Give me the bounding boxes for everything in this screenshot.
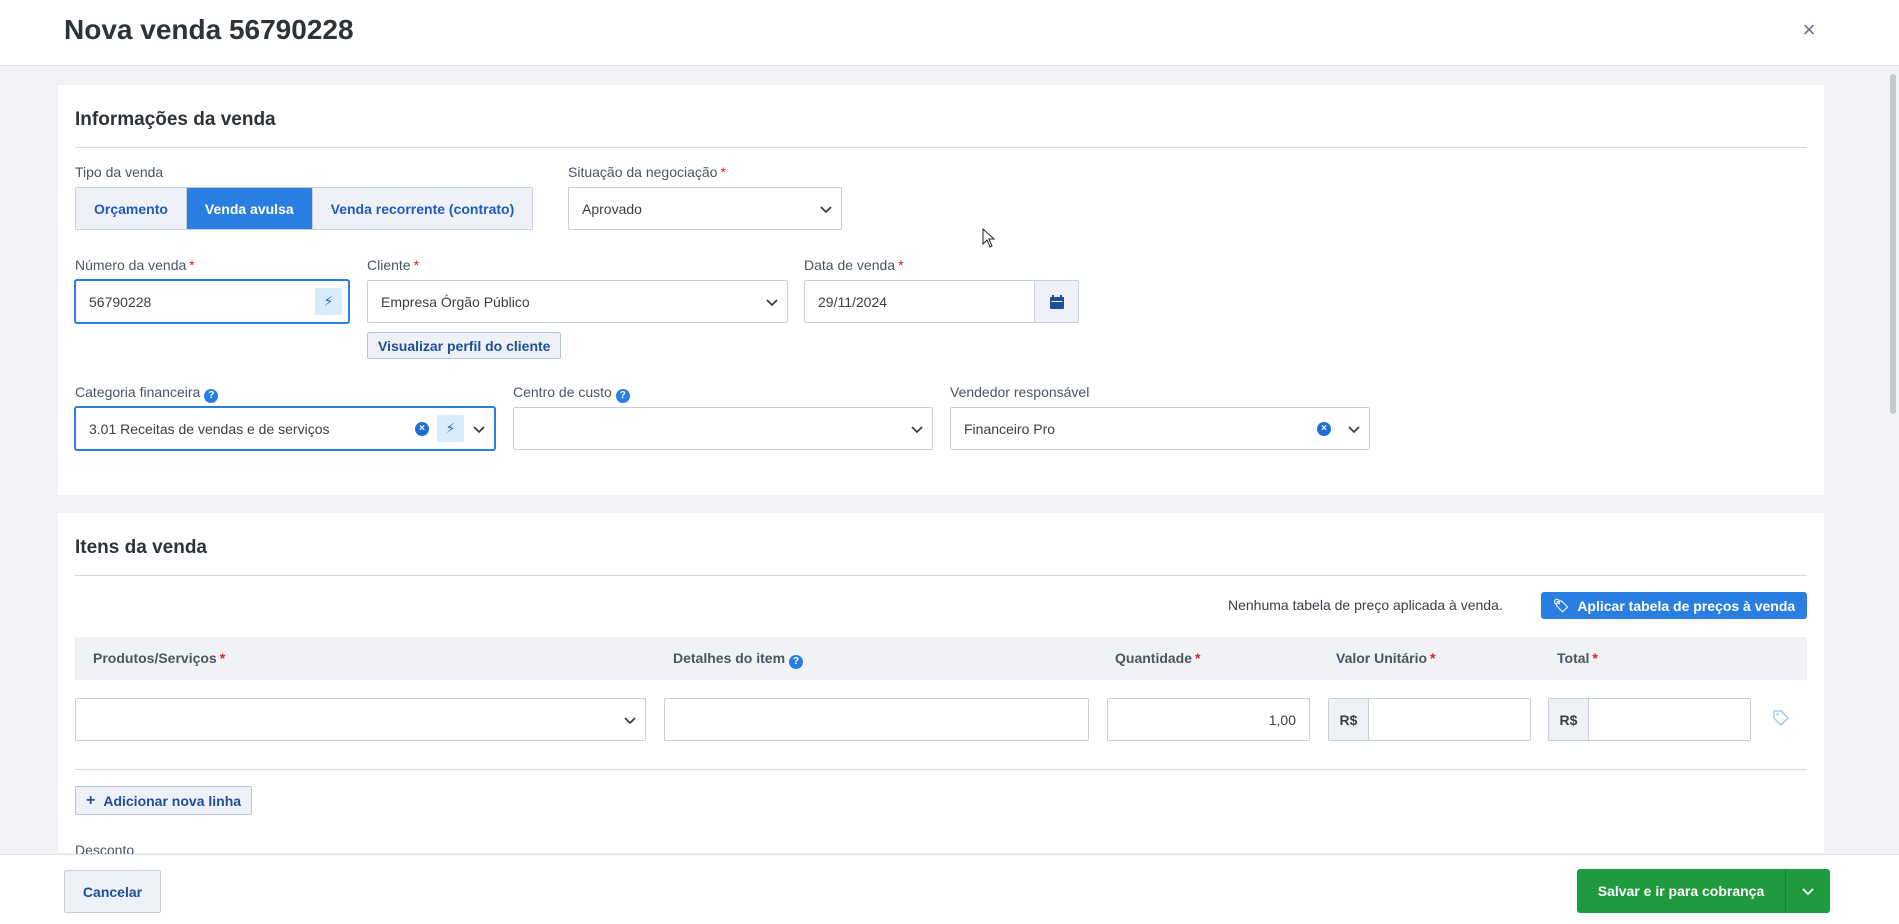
section-title-items: Itens da venda	[75, 537, 207, 558]
quantidade-input[interactable]: 1,00	[1107, 698, 1310, 741]
sale-type-segmented: Orçamento Venda avulsa Venda recorrente …	[75, 187, 534, 230]
chevron-down-icon	[811, 188, 841, 229]
add-line-button[interactable]: + Adicionar nova linha	[75, 786, 253, 815]
chevron-down-icon	[464, 408, 494, 449]
apply-price-table-label: Aplicar tabela de preços à venda	[1577, 597, 1796, 614]
categoria-label: Categoria financeira?	[75, 384, 219, 403]
tipo-venda-recorrente-button[interactable]: Venda recorrente (contrato)	[312, 188, 533, 229]
quantidade-value: 1,00	[1268, 711, 1296, 728]
tipo-venda-avulsa-button[interactable]: Venda avulsa	[186, 188, 313, 229]
centro-label: Centro de custo?	[513, 384, 630, 403]
chevron-down-icon[interactable]	[1786, 869, 1830, 913]
vendedor-value: Financeiro Pro	[964, 420, 1056, 437]
divider	[75, 147, 1807, 148]
vendedor-select[interactable]: Financeiro Pro ×	[950, 407, 1370, 450]
clear-icon[interactable]: ×	[415, 421, 429, 436]
help-icon[interactable]: ?	[204, 389, 219, 403]
section-title-info: Informações da venda	[75, 109, 276, 130]
numero-value: 56790228	[89, 293, 152, 310]
chevron-down-icon	[615, 699, 645, 740]
bolt-icon[interactable]: ⚡	[315, 288, 342, 315]
categoria-select[interactable]: 3.01 Receitas de vendas e de serviços × …	[75, 407, 495, 450]
close-icon[interactable]: ×	[1795, 16, 1823, 44]
col-detalhes: Detalhes do item?	[673, 650, 804, 669]
save-split-button: Salvar e ir para cobrança	[1577, 869, 1830, 913]
mouse-cursor-icon	[982, 227, 996, 253]
detalhes-input[interactable]	[664, 698, 1089, 741]
chevron-down-icon	[902, 408, 932, 449]
tipo-orcamento-button[interactable]: Orçamento	[76, 188, 187, 229]
chevron-down-icon	[1339, 408, 1369, 449]
save-and-charge-button[interactable]: Salvar e ir para cobrança	[1577, 869, 1786, 913]
scrollbar[interactable]	[1890, 74, 1896, 414]
data-label: Data de venda *	[804, 257, 904, 273]
help-icon[interactable]: ?	[789, 655, 804, 669]
col-quantidade: Quantidade *	[1115, 650, 1201, 666]
chevron-down-icon	[757, 281, 787, 322]
cancel-button[interactable]: Cancelar	[64, 870, 161, 913]
page-title: Nova venda 56790228	[64, 14, 354, 45]
calendar-icon[interactable]	[1034, 281, 1078, 322]
plus-icon: +	[86, 791, 96, 809]
situacao-select[interactable]: Aprovado	[568, 187, 842, 230]
situacao-label: Situação da negociação *	[568, 164, 726, 180]
sale-info-card: Informações da venda Tipo da venda Orçam…	[58, 85, 1824, 495]
col-valor-unitario: Valor Unitário *	[1336, 650, 1436, 666]
centro-custo-select[interactable]	[513, 407, 933, 450]
cliente-label: Cliente *	[367, 257, 420, 273]
col-produtos: Produtos/Serviços *	[93, 650, 226, 666]
clear-icon[interactable]: ×	[1317, 421, 1331, 436]
add-line-label: Adicionar nova linha	[103, 792, 242, 809]
data-venda-input[interactable]: 29/11/2024	[804, 280, 1079, 323]
view-client-profile-button[interactable]: Visualizar perfil do cliente	[367, 332, 562, 359]
data-value: 29/11/2024	[818, 293, 888, 310]
divider	[75, 575, 1807, 576]
total-input[interactable]: R$	[1548, 698, 1751, 741]
bolt-icon[interactable]: ⚡	[437, 415, 464, 442]
cliente-value: Empresa Órgão Público	[381, 293, 530, 310]
currency-prefix: R$	[1549, 699, 1589, 740]
col-total: Total *	[1557, 650, 1598, 666]
numero-venda-input[interactable]: 56790228 ⚡	[75, 280, 349, 323]
vendedor-label: Vendedor responsável	[950, 384, 1090, 400]
divider	[75, 769, 1807, 770]
numero-label: Número da venda *	[75, 257, 195, 273]
currency-prefix: R$	[1329, 699, 1369, 740]
modal-footer: Cancelar Salvar e ir para cobrança	[0, 854, 1899, 924]
categoria-value: 3.01 Receitas de vendas e de serviços	[89, 420, 330, 437]
cliente-select[interactable]: Empresa Órgão Público	[367, 280, 788, 323]
sale-items-card: Itens da venda Nenhuma tabela de preço a…	[58, 513, 1824, 858]
produto-select[interactable]	[75, 698, 646, 741]
apply-price-table-button[interactable]: 🏷 Aplicar tabela de preços à venda	[1541, 592, 1807, 619]
situacao-value: Aprovado	[582, 200, 642, 217]
help-icon[interactable]: ?	[615, 389, 630, 403]
tag-icon[interactable]	[1772, 709, 1790, 732]
tag-icon: 🏷	[1552, 597, 1570, 613]
price-table-status: Nenhuma tabela de preço aplicada à venda…	[1228, 597, 1503, 613]
tipo-label: Tipo da venda	[75, 164, 164, 180]
items-table-header: Produtos/Serviços * Detalhes do item? Qua…	[75, 637, 1807, 680]
modal-header: Nova venda 56790228 ×	[0, 0, 1899, 66]
valor-unitario-input[interactable]: R$	[1328, 698, 1531, 741]
